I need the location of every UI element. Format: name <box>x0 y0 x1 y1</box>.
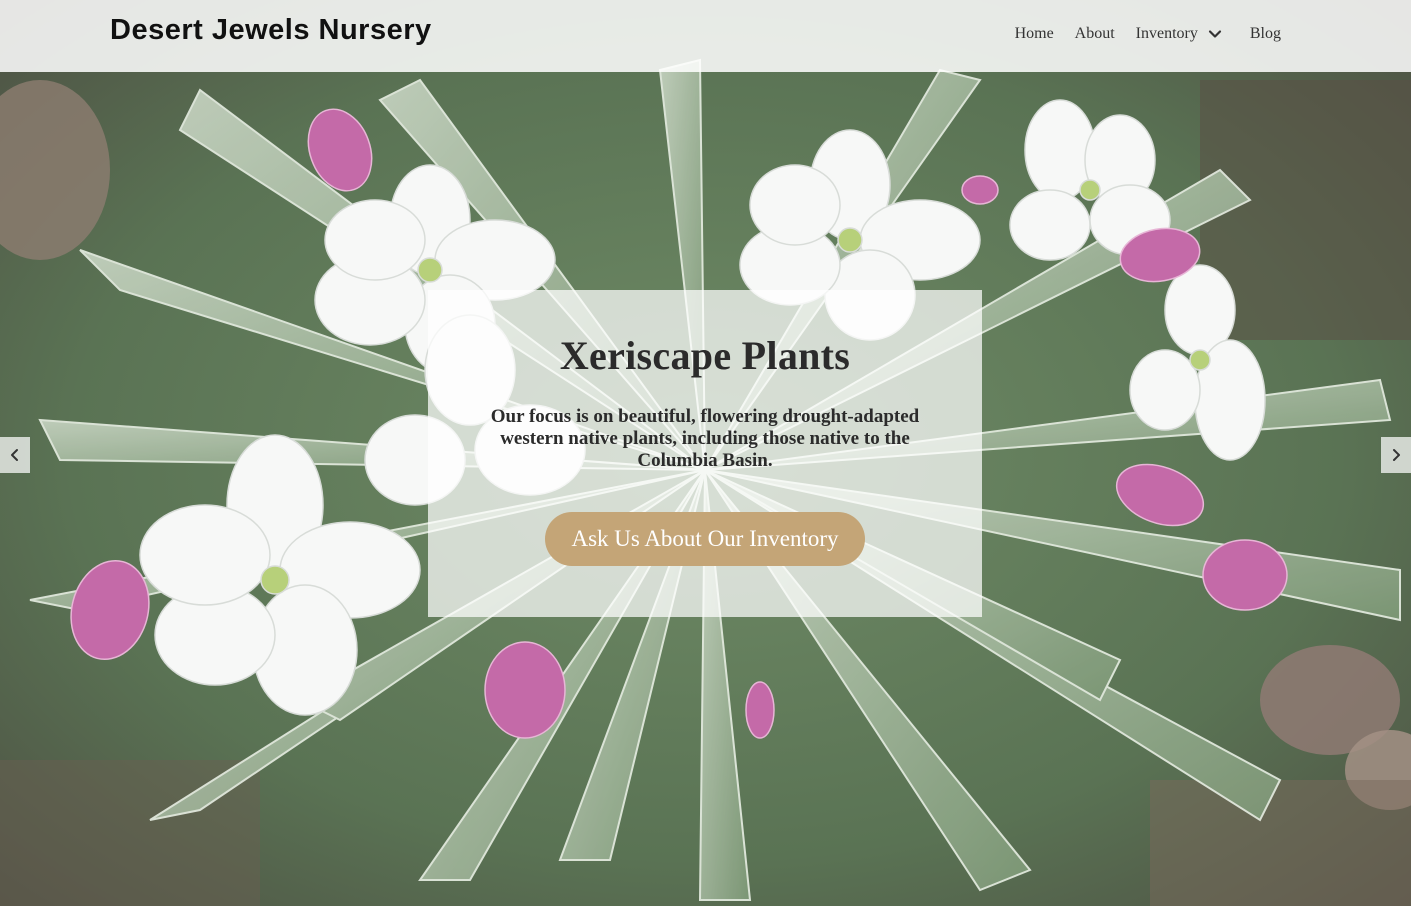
main-navigation: Home About Inventory Blog <box>994 25 1281 43</box>
page: Desert Jewels Nursery Home About Invento… <box>0 0 1411 906</box>
ask-inventory-button[interactable]: Ask Us About Our Inventory <box>545 512 865 566</box>
nav-inventory[interactable]: Inventory <box>1136 25 1198 43</box>
hero-description: Our focus is on beautiful, flowering dro… <box>490 406 920 471</box>
nav-inventory-dropdown[interactable]: Inventory <box>1136 25 1223 43</box>
chevron-left-icon <box>11 449 18 461</box>
chevron-right-icon <box>1393 449 1400 461</box>
nav-blog[interactable]: Blog <box>1250 25 1281 43</box>
hero-card: Xeriscape Plants Our focus is on beautif… <box>428 290 982 617</box>
nav-home[interactable]: Home <box>1015 25 1054 43</box>
nav-about[interactable]: About <box>1075 25 1115 43</box>
chevron-down-icon[interactable] <box>1207 26 1223 42</box>
slider-prev-button[interactable] <box>0 437 30 473</box>
site-header: Desert Jewels Nursery Home About Invento… <box>0 0 1411 72</box>
hero-title: Xeriscape Plants <box>559 333 851 378</box>
site-logo[interactable]: Desert Jewels Nursery <box>110 14 432 47</box>
slider-next-button[interactable] <box>1381 437 1411 473</box>
